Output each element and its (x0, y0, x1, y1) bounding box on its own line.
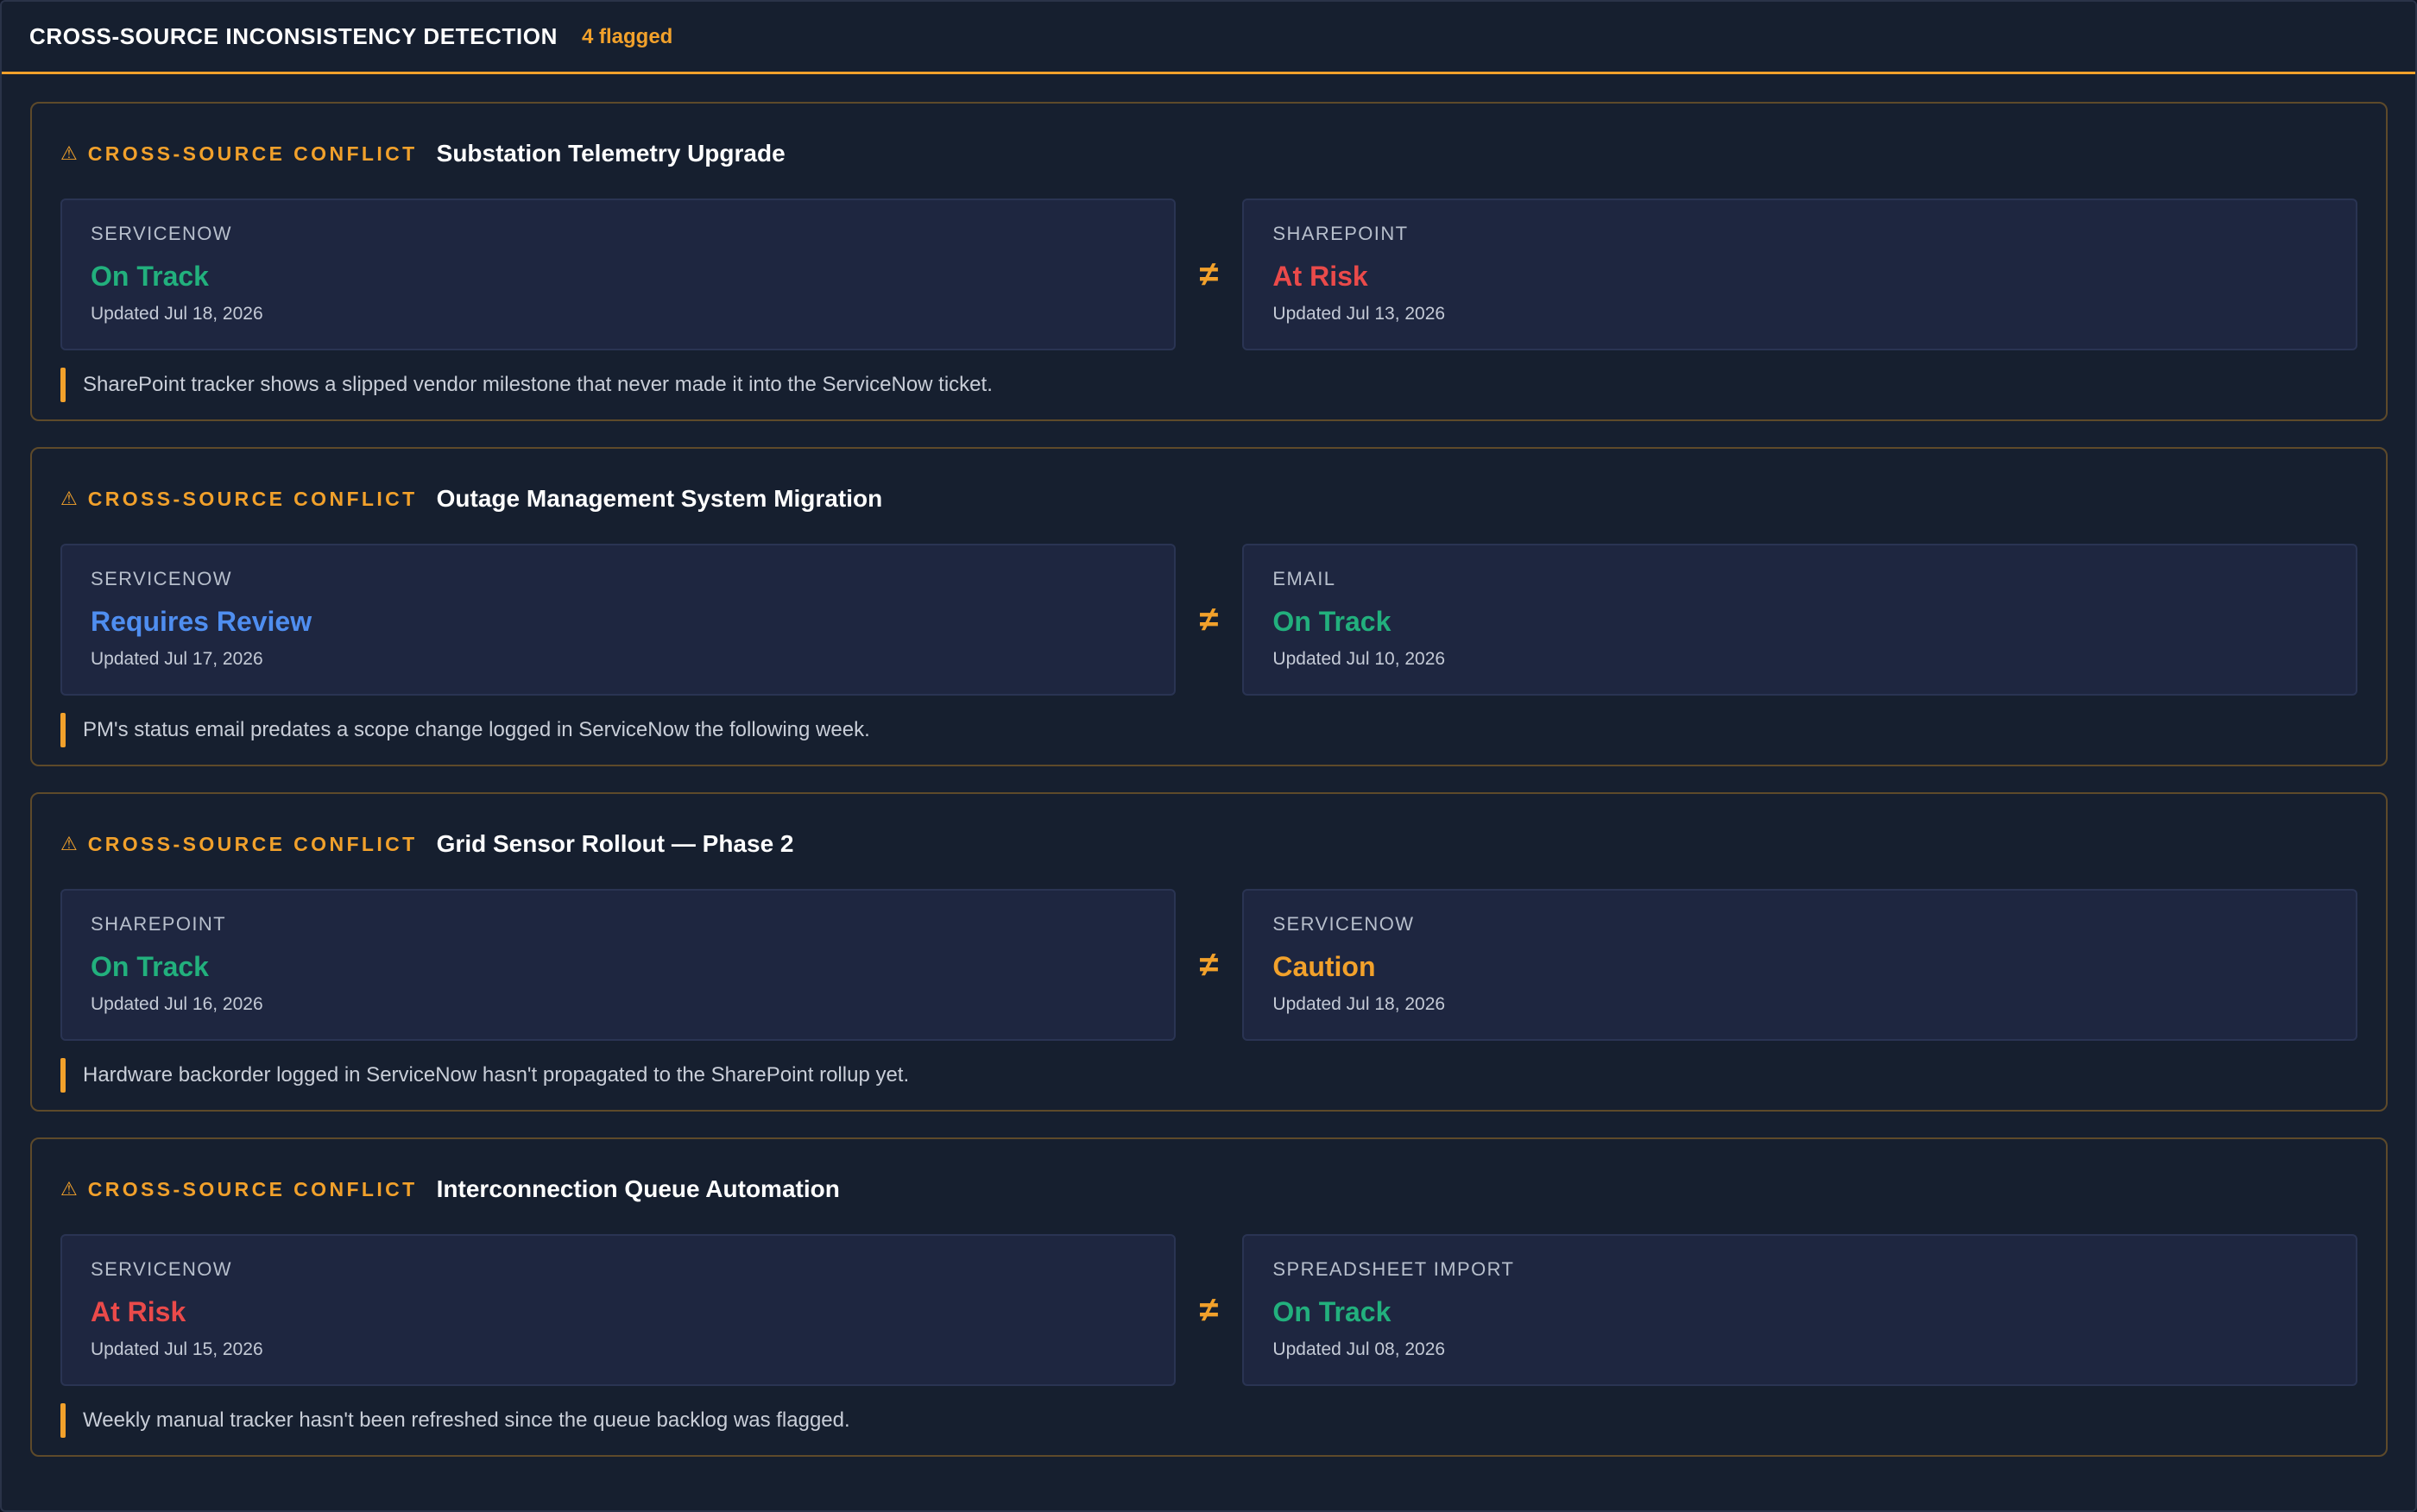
conflict-note: SharePoint tracker shows a slipped vendo… (60, 368, 2357, 402)
conflict-card[interactable]: ⚠ CROSS-SOURCE CONFLICT Interconnection … (30, 1137, 2388, 1457)
note-text: SharePoint tracker shows a slipped vendo… (83, 373, 993, 396)
not-equal-icon: ≠ (1199, 600, 1219, 639)
updated-date: Updated Jul 15, 2026 (91, 1339, 263, 1359)
conflict-header: ⚠ CROSS-SOURCE CONFLICT Interconnection … (60, 1139, 2357, 1234)
updated-date: Updated Jul 16, 2026 (91, 994, 263, 1014)
conflict-header: ⚠ CROSS-SOURCE CONFLICT Substation Telem… (60, 104, 2357, 198)
conflict-title: Interconnection Queue Automation (436, 1175, 840, 1202)
source-name: SERVICENOW (1272, 913, 1415, 935)
status-value: Requires Review (91, 606, 312, 637)
source-comparison: SERVICENOW On Track Updated Jul 18, 2026… (60, 198, 2357, 350)
note-accent-bar (60, 1058, 66, 1093)
updated-date: Updated Jul 18, 2026 (1272, 994, 1446, 1014)
updated-date: Updated Jul 18, 2026 (91, 304, 263, 324)
inconsistency-panel: CROSS-SOURCE INCONSISTENCY DETECTION 4 f… (0, 0, 2417, 1512)
warning-icon: ⚠ (60, 1178, 78, 1200)
note-accent-bar (60, 1403, 66, 1438)
note-text: PM's status email predates a scope chang… (83, 718, 870, 741)
conflict-title: Substation Telemetry Upgrade (436, 140, 786, 167)
warning-icon: ⚠ (60, 488, 78, 509)
source-card-left[interactable]: SERVICENOW Requires Review Updated Jul 1… (60, 544, 1176, 696)
conflict-tag: CROSS-SOURCE CONFLICT (87, 1177, 418, 1200)
source-name: SERVICENOW (91, 1258, 232, 1280)
status-value: At Risk (1272, 261, 1368, 292)
note-text: Weekly manual tracker hasn't been refres… (83, 1408, 850, 1432)
updated-date: Updated Jul 17, 2026 (91, 649, 263, 669)
source-name: SHAREPOINT (1272, 223, 1409, 244)
source-name: SPREADSHEET IMPORT (1272, 1258, 1515, 1280)
conflict-card[interactable]: ⚠ CROSS-SOURCE CONFLICT Grid Sensor Roll… (30, 792, 2388, 1112)
source-name: SHAREPOINT (91, 913, 227, 935)
status-value: At Risk (91, 1296, 186, 1327)
updated-date: Updated Jul 08, 2026 (1272, 1339, 1446, 1359)
not-equal-icon: ≠ (1199, 255, 1219, 293)
source-name: SERVICENOW (91, 568, 232, 589)
conflict-title: Outage Management System Migration (436, 485, 883, 512)
note-accent-bar (60, 713, 66, 747)
warning-icon: ⚠ (60, 833, 78, 854)
not-equal-icon: ≠ (1199, 1290, 1219, 1329)
conflict-list: ⚠ CROSS-SOURCE CONFLICT Substation Telem… (2, 74, 2415, 1457)
conflict-note: Hardware backorder logged in ServiceNow … (60, 1058, 2357, 1093)
conflict-card[interactable]: ⚠ CROSS-SOURCE CONFLICT Outage Managemen… (30, 447, 2388, 766)
panel-header: CROSS-SOURCE INCONSISTENCY DETECTION 4 f… (2, 2, 2415, 74)
conflict-title: Grid Sensor Rollout — Phase 2 (436, 830, 794, 857)
source-card-right[interactable]: EMAIL On Track Updated Jul 10, 2026 (1242, 544, 2357, 696)
panel-title: CROSS-SOURCE INCONSISTENCY DETECTION (29, 23, 558, 49)
status-value: On Track (1272, 606, 1392, 637)
note-text: Hardware backorder logged in ServiceNow … (83, 1063, 910, 1087)
warning-icon: ⚠ (60, 142, 78, 164)
conflict-card[interactable]: ⚠ CROSS-SOURCE CONFLICT Substation Telem… (30, 102, 2388, 421)
status-value: Caution (1272, 951, 1376, 982)
source-card-left[interactable]: SERVICENOW On Track Updated Jul 18, 2026 (60, 198, 1176, 350)
source-name: EMAIL (1272, 568, 1336, 589)
conflict-note: PM's status email predates a scope chang… (60, 713, 2357, 747)
source-card-right[interactable]: SPREADSHEET IMPORT On Track Updated Jul … (1242, 1234, 2357, 1386)
source-card-left[interactable]: SERVICENOW At Risk Updated Jul 15, 2026 (60, 1234, 1176, 1386)
conflict-tag: CROSS-SOURCE CONFLICT (87, 142, 418, 165)
conflict-header: ⚠ CROSS-SOURCE CONFLICT Outage Managemen… (60, 449, 2357, 544)
conflict-header: ⚠ CROSS-SOURCE CONFLICT Grid Sensor Roll… (60, 794, 2357, 889)
updated-date: Updated Jul 10, 2026 (1272, 649, 1446, 669)
source-name: SERVICENOW (91, 223, 232, 244)
status-value: On Track (1272, 1296, 1392, 1327)
updated-date: Updated Jul 13, 2026 (1272, 304, 1446, 324)
conflict-note: Weekly manual tracker hasn't been refres… (60, 1403, 2357, 1438)
source-comparison: SERVICENOW At Risk Updated Jul 15, 2026 … (60, 1234, 2357, 1386)
not-equal-icon: ≠ (1199, 945, 1219, 984)
conflict-tag: CROSS-SOURCE CONFLICT (87, 832, 418, 855)
source-comparison: SHAREPOINT On Track Updated Jul 16, 2026… (60, 889, 2357, 1041)
note-accent-bar (60, 368, 66, 402)
source-card-right[interactable]: SERVICENOW Caution Updated Jul 18, 2026 (1242, 889, 2357, 1041)
status-value: On Track (91, 261, 209, 292)
conflict-tag: CROSS-SOURCE CONFLICT (87, 487, 418, 510)
source-card-left[interactable]: SHAREPOINT On Track Updated Jul 16, 2026 (60, 889, 1176, 1041)
flagged-count-badge: 4 flagged (581, 24, 673, 48)
source-comparison: SERVICENOW Requires Review Updated Jul 1… (60, 544, 2357, 696)
status-value: On Track (91, 951, 209, 982)
source-card-right[interactable]: SHAREPOINT At Risk Updated Jul 13, 2026 (1242, 198, 2357, 350)
